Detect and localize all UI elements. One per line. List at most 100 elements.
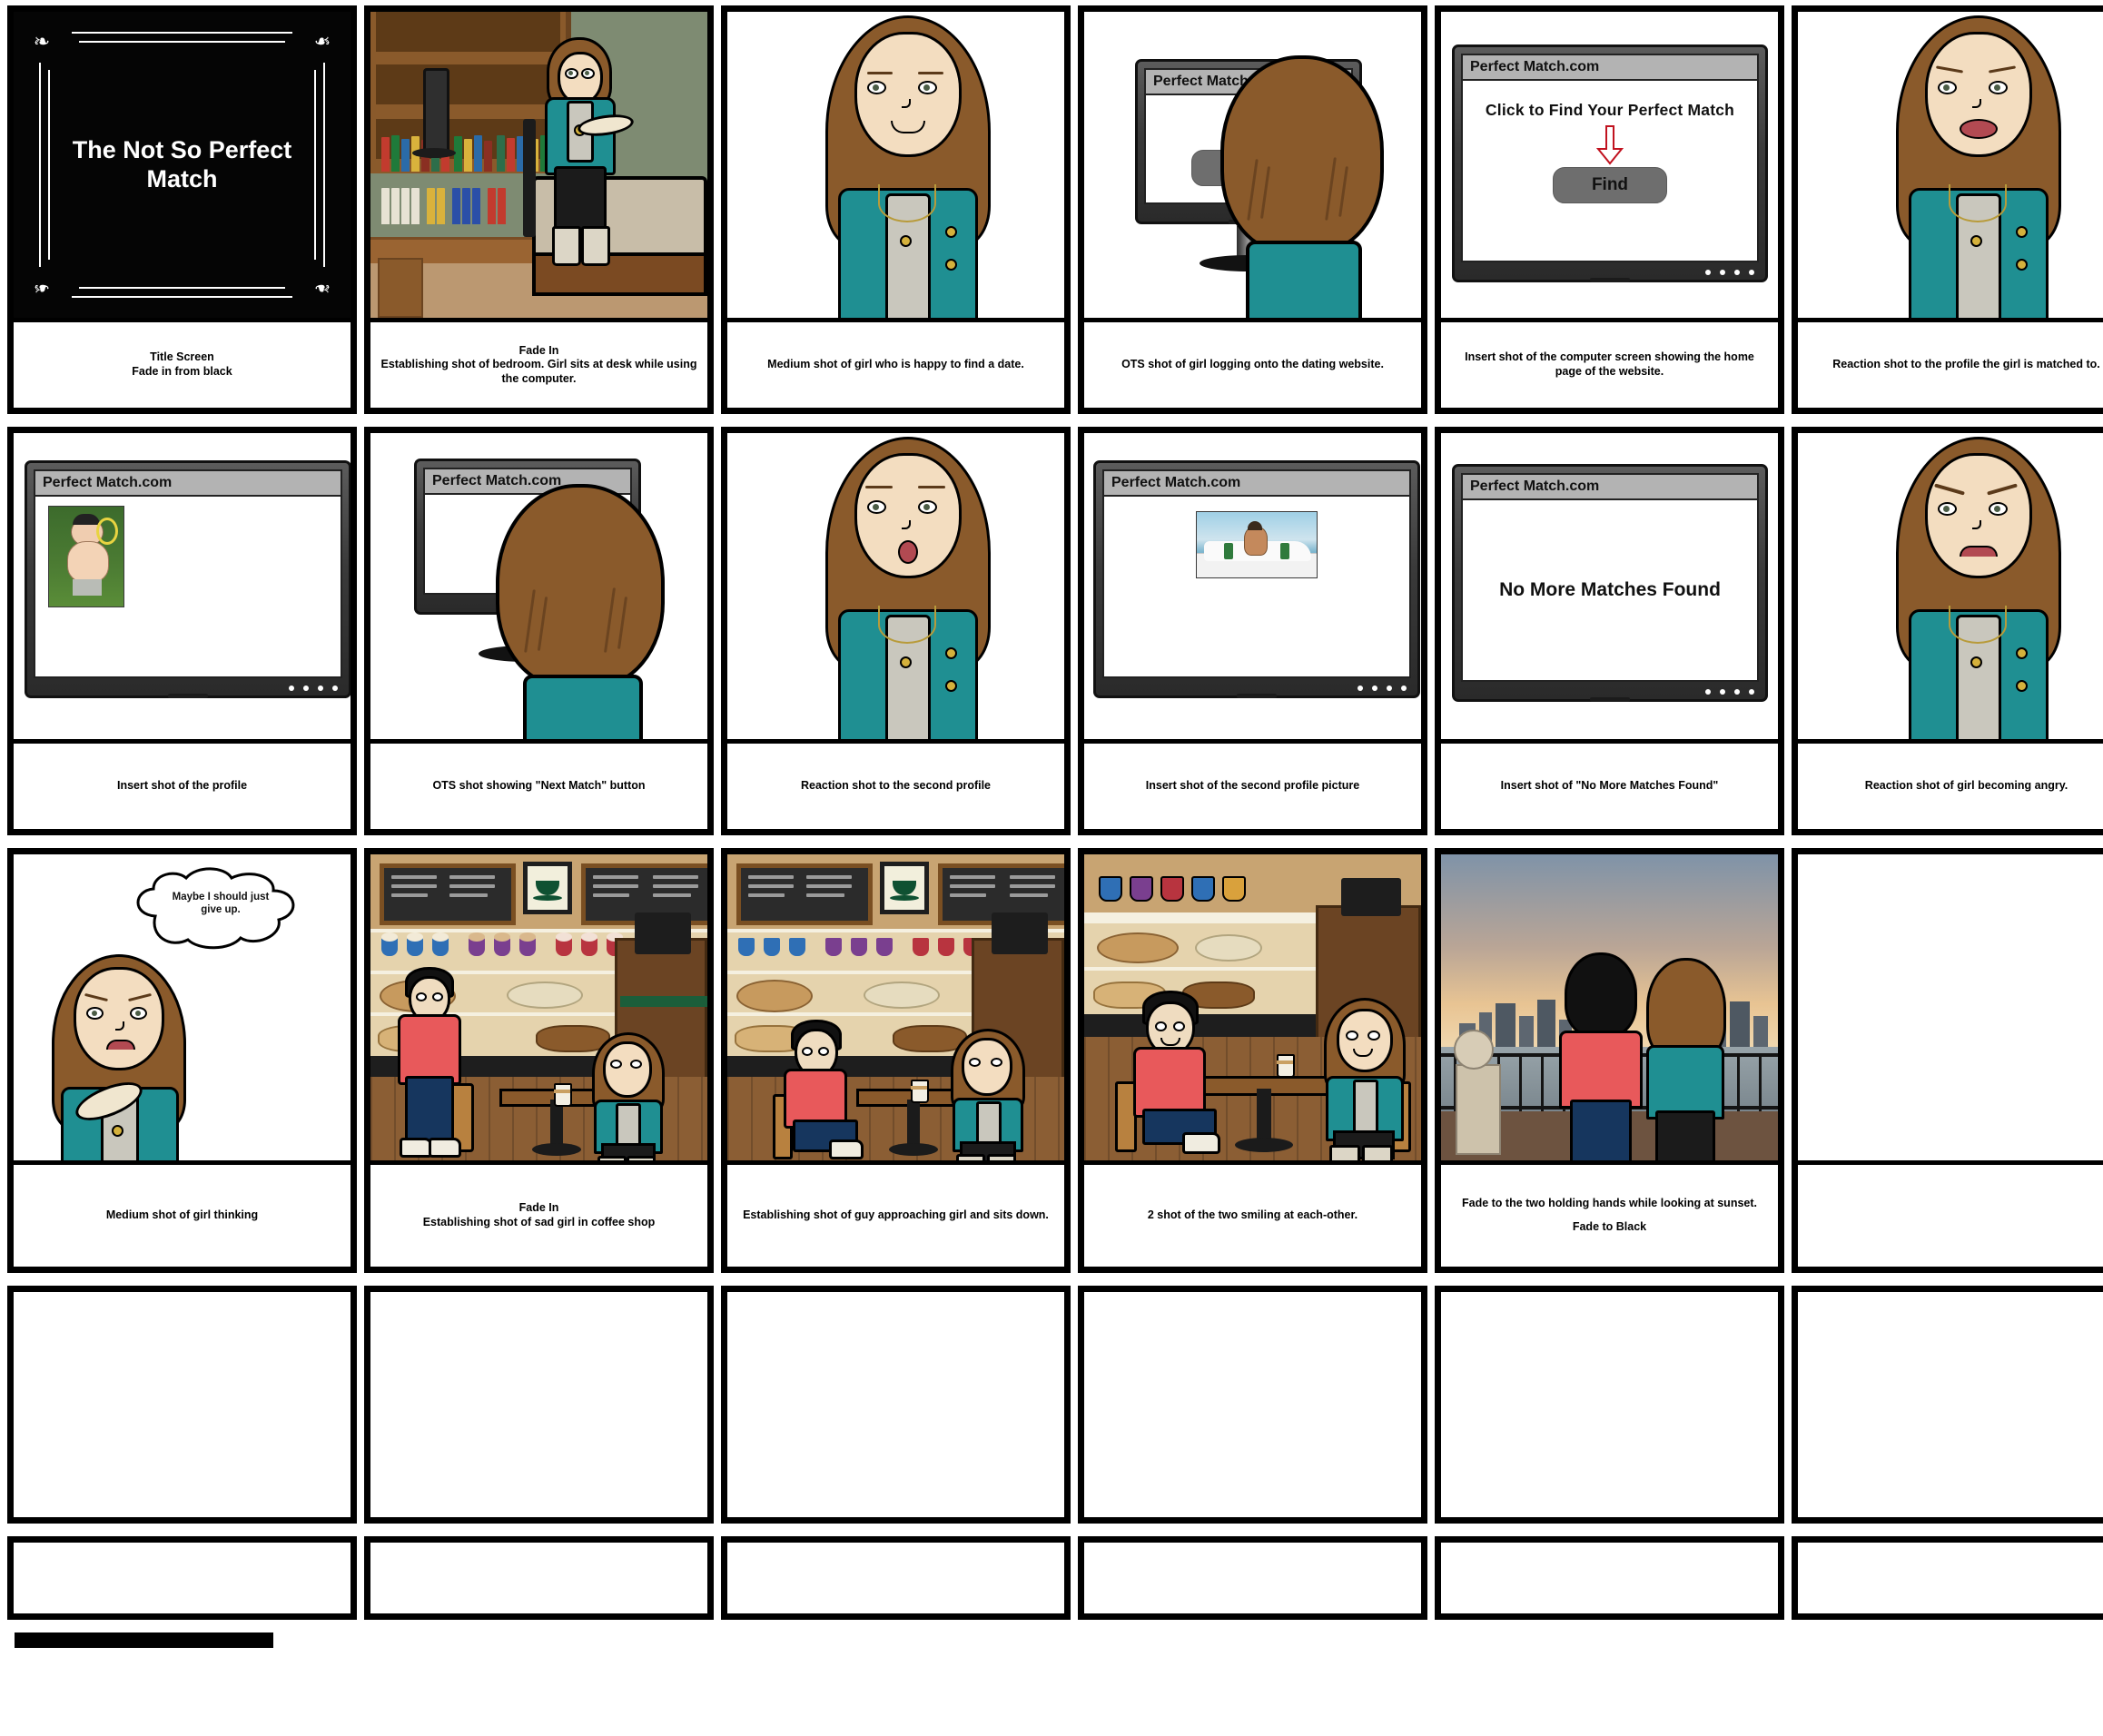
- cell-caption-r3c6[interactable]: [1798, 1165, 2103, 1267]
- storyboard-cell-r1c4[interactable]: Perfect Match.com Find: [1078, 5, 1427, 414]
- computer-monitor: Perfect Match.com: [25, 460, 350, 698]
- storyboard-cell-r1c6[interactable]: Reaction shot to the profile the girl is…: [1792, 5, 2103, 414]
- storyboard-cell-r5c3[interactable]: [721, 1536, 1071, 1620]
- girl-back-of-head: [1220, 55, 1384, 255]
- storyboard-cell-r5c4[interactable]: [1078, 1536, 1427, 1620]
- coffee-cup-picture: [523, 862, 572, 914]
- cell-art-monitor-profile1[interactable]: Perfect Match.com: [14, 433, 350, 744]
- storyboard-cell-r3c4[interactable]: 2 shot of the two smiling at each-other.: [1078, 848, 1427, 1273]
- storyboard-cell-r4c5[interactable]: [1435, 1286, 1784, 1524]
- cell-caption-empty[interactable]: [1441, 1543, 1778, 1613]
- cell-caption-r1c4[interactable]: OTS shot of girl logging onto the dating…: [1084, 322, 1421, 408]
- cell-caption-r1c1[interactable]: Title Screen Fade in from black: [14, 322, 350, 408]
- storyboard-cell-r2c1[interactable]: Perfect Match.com Insert shot of the pro…: [7, 427, 357, 835]
- storyboard-cell-r1c2[interactable]: Fade In Establishing shot of bedroom. Gir…: [364, 5, 714, 414]
- cell-caption-r3c4[interactable]: 2 shot of the two smiling at each-other.: [1084, 1165, 1421, 1267]
- storyboard-cell-r3c6[interactable]: [1792, 848, 2103, 1273]
- storyboard-cell-r3c1[interactable]: Maybe I should just give up. Medium shot…: [7, 848, 357, 1273]
- cell-art-empty[interactable]: [1798, 854, 2103, 1165]
- caption-line: Medium shot of girl thinking: [105, 1208, 259, 1222]
- cell-art-empty[interactable]: [1798, 1292, 2103, 1517]
- storyboard-cell-r4c1[interactable]: [7, 1286, 357, 1524]
- storyboard-cell-r5c2[interactable]: [364, 1536, 714, 1620]
- storyboard-cell-r4c4[interactable]: [1078, 1286, 1427, 1524]
- cell-caption-r2c6[interactable]: Reaction shot of girl becoming angry.: [1798, 744, 2103, 829]
- website-screen: Perfect Match.com Click to Find Your Per…: [1461, 54, 1759, 262]
- storyboard-cell-r2c2[interactable]: Perfect Match.com OTS shot showing "Next…: [364, 427, 714, 835]
- caption-line: Establishing shot of sad girl in coffee …: [422, 1216, 656, 1228]
- cell-caption-r3c1[interactable]: Medium shot of girl thinking: [14, 1165, 350, 1267]
- boy-character: [1122, 991, 1222, 1160]
- storyboard-cell-r3c3[interactable]: Establishing shot of guy approaching gir…: [721, 848, 1071, 1273]
- cell-caption-r1c2[interactable]: Fade In Establishing shot of bedroom. Gir…: [370, 322, 707, 408]
- storyboard-cell-r5c5[interactable]: [1435, 1536, 1784, 1620]
- cash-register: [992, 912, 1048, 954]
- storyboard-cell-r4c6[interactable]: [1792, 1286, 2103, 1524]
- cell-art-monitor-nomatch[interactable]: Perfect Match.com No More Matches Found: [1441, 433, 1778, 744]
- storyboard-cell-r3c5[interactable]: Fade to the two holding hands while look…: [1435, 848, 1784, 1273]
- website-screen: Perfect Match.com: [34, 469, 342, 678]
- cell-caption-empty[interactable]: [1798, 1543, 2103, 1613]
- cell-caption-r1c3[interactable]: Medium shot of girl who is happy to find…: [727, 322, 1064, 408]
- storyboard-cell-r1c1[interactable]: ❧ ❧ ❧ ❧ The Not So Perfect Match Title S…: [7, 5, 357, 414]
- cell-art-sunset-couple[interactable]: [1441, 854, 1778, 1165]
- website-headline: Click to Find Your Perfect Match: [1485, 101, 1735, 119]
- caption-line: Establishing shot of bedroom. Girl sits …: [380, 358, 697, 385]
- cell-caption-r2c2[interactable]: OTS shot showing "Next Match" button: [370, 744, 707, 829]
- cell-caption-r3c2[interactable]: Fade In Establishing shot of sad girl in …: [370, 1165, 707, 1267]
- cell-art-empty[interactable]: [370, 1292, 707, 1517]
- caption-line: Establishing shot of guy approaching gir…: [743, 1208, 1049, 1222]
- cell-art-ots-next-match[interactable]: Perfect Match.com: [370, 433, 707, 744]
- cell-art-empty[interactable]: [727, 1292, 1064, 1517]
- cell-caption-empty[interactable]: [14, 1543, 350, 1613]
- cell-art-girl-angry[interactable]: [1798, 433, 2103, 744]
- cell-art-coffeeshop-standing[interactable]: [370, 854, 707, 1165]
- cell-art-empty[interactable]: [1084, 1292, 1421, 1517]
- cell-art-empty[interactable]: [1441, 1292, 1778, 1517]
- cell-art-girl-thinking[interactable]: Maybe I should just give up.: [14, 854, 350, 1165]
- thought-bubble-text: Maybe I should just give up.: [148, 891, 293, 917]
- cell-caption-r2c3[interactable]: Reaction shot to the second profile: [727, 744, 1064, 829]
- girl-character: [1277, 998, 1417, 1160]
- storyboard-cell-r2c4[interactable]: Perfect Match.com Insert shot of the sec…: [1078, 427, 1427, 835]
- cell-art-girl-happy[interactable]: [727, 12, 1064, 322]
- cell-caption-r2c5[interactable]: Insert shot of "No More Matches Found": [1441, 744, 1778, 829]
- cell-caption-r3c3[interactable]: Establishing shot of guy approaching gir…: [727, 1165, 1064, 1267]
- cell-caption-empty[interactable]: [1084, 1543, 1421, 1613]
- storyboard-cell-r4c3[interactable]: [721, 1286, 1071, 1524]
- boy-character: [775, 1020, 864, 1160]
- cell-art-coffeeshop-smiling[interactable]: [1084, 854, 1421, 1165]
- cell-art-coffeeshop-sitting[interactable]: [727, 854, 1064, 1165]
- cell-art-monitor-profile2[interactable]: Perfect Match.com: [1084, 433, 1421, 744]
- coffee-cup: [911, 1080, 929, 1103]
- storyboard-cell-r2c3[interactable]: Reaction shot to the second profile: [721, 427, 1071, 835]
- cell-caption-empty[interactable]: [370, 1543, 707, 1613]
- storyboard-cell-r2c6[interactable]: Reaction shot of girl becoming angry.: [1792, 427, 2103, 835]
- cell-art-ots-login[interactable]: Perfect Match.com Find: [1084, 12, 1421, 322]
- caption-line: 2 shot of the two smiling at each-other.: [1147, 1208, 1358, 1222]
- cell-caption-r1c5[interactable]: Insert shot of the computer screen showi…: [1441, 322, 1778, 408]
- storyboard-row-2: Perfect Match.com Insert shot of the pro…: [7, 427, 2103, 835]
- cell-caption-r2c4[interactable]: Insert shot of the second profile pictur…: [1084, 744, 1421, 829]
- cell-art-monitor-home[interactable]: Perfect Match.com Click to Find Your Per…: [1441, 12, 1778, 322]
- chair-back: [523, 119, 536, 237]
- cell-caption-r1c6[interactable]: Reaction shot to the profile the girl is…: [1798, 322, 2103, 408]
- storyboard-cell-r5c6[interactable]: [1792, 1536, 2103, 1620]
- caption-line: Fade in from black: [132, 365, 232, 378]
- storyboard-cell-r5c1[interactable]: [7, 1536, 357, 1620]
- cell-art-girl-surprised[interactable]: [727, 433, 1064, 744]
- cell-art-bedroom[interactable]: [370, 12, 707, 322]
- horizontal-scrollbar[interactable]: [15, 1632, 273, 1648]
- storyboard-cell-r1c5[interactable]: Perfect Match.com Click to Find Your Per…: [1435, 5, 1784, 414]
- find-button[interactable]: Find: [1552, 167, 1668, 203]
- storyboard-cell-r2c5[interactable]: Perfect Match.com No More Matches Found …: [1435, 427, 1784, 835]
- cell-art-title-card[interactable]: ❧ ❧ ❧ ❧ The Not So Perfect Match: [14, 12, 350, 322]
- storyboard-cell-r4c2[interactable]: [364, 1286, 714, 1524]
- storyboard-cell-r3c2[interactable]: Fade In Establishing shot of sad girl in …: [364, 848, 714, 1273]
- cell-caption-r3c5[interactable]: Fade to the two holding hands while look…: [1441, 1165, 1778, 1267]
- storyboard-cell-r1c3[interactable]: Medium shot of girl who is happy to find…: [721, 5, 1071, 414]
- cell-caption-empty[interactable]: [727, 1543, 1064, 1613]
- cell-art-girl-disgusted[interactable]: [1798, 12, 2103, 322]
- cell-art-empty[interactable]: [14, 1292, 350, 1517]
- cell-caption-r2c1[interactable]: Insert shot of the profile: [14, 744, 350, 829]
